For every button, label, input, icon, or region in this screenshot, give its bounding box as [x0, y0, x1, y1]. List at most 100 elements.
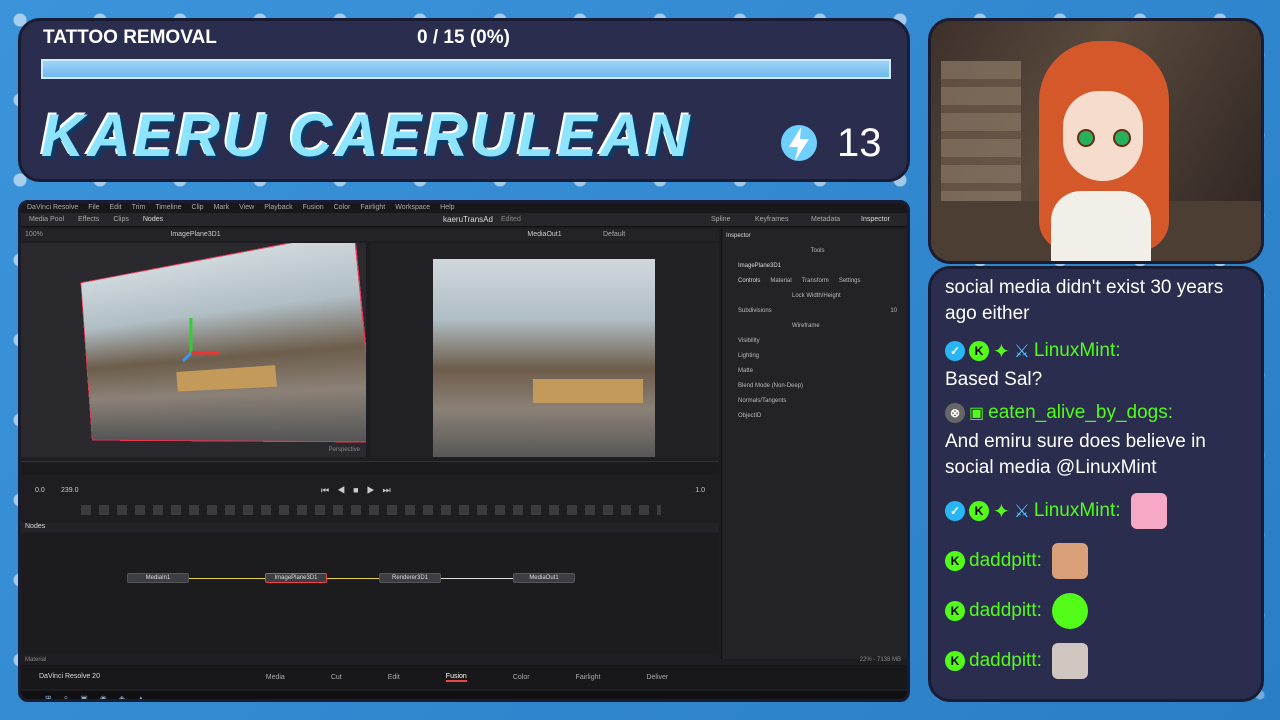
toolbar-media-pool-button[interactable]: Media Pool: [29, 216, 64, 223]
kick-badge-icon: K: [945, 551, 965, 571]
taskbar-app-icon[interactable]: ◉: [100, 694, 107, 700]
taskbar-app-icon[interactable]: ◈: [119, 694, 125, 700]
lock-width-height-checkbox[interactable]: Lock Width/Height: [722, 289, 907, 304]
toolbar-keyframes-button[interactable]: Keyframes: [755, 216, 788, 223]
time-current[interactable]: 1.0: [695, 487, 705, 494]
section-matte[interactable]: Matte: [722, 364, 907, 379]
menu-item[interactable]: Edit: [110, 204, 122, 212]
node-wire: [189, 578, 265, 579]
taskbar-app-icon[interactable]: ▲: [137, 694, 145, 700]
menu-item[interactable]: Fusion: [303, 204, 324, 212]
menu-bar: DaVinci Resolve File Edit Trim Timeline …: [21, 203, 907, 213]
menu-item[interactable]: Workspace: [395, 204, 430, 212]
page-media[interactable]: Media: [266, 674, 285, 681]
subdivisions-value[interactable]: 10: [890, 304, 897, 319]
page-navigation: Media Cut Edit Fusion Color Fairlight De…: [21, 665, 907, 689]
section-objectid[interactable]: ObjectID: [722, 409, 907, 424]
viewer-right[interactable]: [371, 243, 719, 457]
kick-badge-icon: K: [969, 341, 989, 361]
viewer-left[interactable]: Perspective: [21, 243, 366, 457]
timeline-ruler[interactable]: [21, 461, 719, 475]
time-start[interactable]: 0.0: [35, 487, 45, 494]
transform-gizmo-icon[interactable]: [181, 313, 221, 363]
subscriber-count: 13: [837, 121, 882, 165]
goal-label: TATTOO REMOVAL: [43, 27, 217, 48]
status-right: 22% - 7138 MB: [859, 657, 901, 663]
kick-badge-icon: K: [945, 651, 965, 671]
pink-character-emote: [1130, 493, 1167, 529]
chat-username: daddpitt:: [969, 550, 1042, 571]
node-mediain[interactable]: MediaIn1: [127, 573, 189, 583]
node-mediaout[interactable]: MediaOut1: [513, 573, 575, 583]
zoom-level[interactable]: 100%: [25, 229, 43, 241]
menu-item[interactable]: Clip: [192, 204, 204, 212]
status-left: Material: [25, 657, 47, 663]
project-title: kaeruTransAd: [443, 215, 493, 224]
page-deliver[interactable]: Deliver: [646, 674, 668, 681]
fusion-tool-strip[interactable]: [81, 505, 661, 515]
moderator-badge-icon: ⊗: [945, 403, 965, 423]
page-fusion[interactable]: Fusion: [445, 673, 467, 682]
chat-username: daddpitt:: [969, 600, 1042, 621]
sparkle-badge-icon: ✦: [993, 340, 1010, 363]
verified-badge-icon: ✓: [945, 341, 965, 361]
chat-message-header: K daddpitt:: [945, 641, 1247, 681]
menu-item[interactable]: DaVinci Resolve: [27, 204, 78, 212]
transport-controls: 0.0 239.0 ⏮◀■▶⏭ 1.0: [21, 483, 719, 497]
node-editor[interactable]: MediaIn1 ImagePlane3D1 Renderer3D1 Media…: [21, 533, 719, 653]
chat-message-text: Based Sal?: [945, 369, 1043, 390]
toolbar-nodes-button[interactable]: Nodes: [143, 216, 163, 223]
time-end[interactable]: 239.0: [61, 487, 79, 494]
toolbar-metadata-button[interactable]: Metadata: [811, 216, 840, 223]
page-cut[interactable]: Cut: [331, 674, 342, 681]
menu-item[interactable]: View: [239, 204, 254, 212]
menu-item[interactable]: Help: [440, 204, 454, 212]
toolbar-effects-button[interactable]: Effects: [78, 216, 99, 223]
viewer-left-title: ImagePlane3D1: [170, 231, 221, 238]
shelf: [941, 61, 1021, 211]
tab-transform[interactable]: Transform: [802, 274, 829, 289]
tab-controls[interactable]: Controls: [738, 274, 760, 289]
search-icon[interactable]: ⌕: [64, 693, 68, 699]
sword-badge-icon: ⚔: [1013, 340, 1030, 361]
chat-message-text: And emiru sure does believe in social me…: [945, 431, 1206, 478]
streamer-name: KAERU CAERULEAN: [41, 102, 693, 169]
page-fairlight[interactable]: Fairlight: [576, 674, 601, 681]
taskbar-app-icon[interactable]: ▣: [80, 694, 88, 700]
subdivisions-slider[interactable]: Subdivisions 10: [722, 304, 907, 319]
menu-item[interactable]: Playback: [264, 204, 292, 212]
node-renderer[interactable]: Renderer3D1: [379, 573, 441, 583]
playback-buttons-icon[interactable]: ⏮◀■▶⏭: [321, 485, 399, 496]
perspective-label: Perspective: [328, 447, 360, 453]
section-normals[interactable]: Normals/Tangents: [722, 394, 907, 409]
menu-item[interactable]: Color: [334, 204, 351, 212]
toolbar-clips-button[interactable]: Clips: [113, 216, 129, 223]
tab-material[interactable]: Material: [770, 274, 791, 289]
tab-settings[interactable]: Settings: [839, 274, 861, 289]
nodes-panel-header: Nodes: [21, 523, 719, 533]
section-visibility[interactable]: Visibility: [722, 334, 907, 349]
wireframe-checkbox[interactable]: Wireframe: [722, 319, 907, 334]
section-blend-mode[interactable]: Blend Mode (Non-Deep): [722, 379, 907, 394]
menu-item[interactable]: File: [88, 204, 99, 212]
node-imageplane[interactable]: ImagePlane3D1: [265, 573, 327, 583]
menu-item[interactable]: Trim: [132, 204, 146, 212]
toolbar-spline-button[interactable]: Spline: [711, 216, 730, 223]
chat-message-header: K daddpitt:: [945, 541, 1247, 581]
inspector-tools-tab[interactable]: Tools: [722, 244, 907, 259]
goal-progress-bar: [41, 59, 891, 79]
page-color[interactable]: Color: [513, 674, 530, 681]
menu-item[interactable]: Timeline: [155, 204, 181, 212]
chat-message-header: ✓ K ✦ ⚔ LinuxMint:: [945, 335, 1247, 367]
viewer-mode-dropdown[interactable]: Default: [603, 229, 625, 241]
goal-banner: TATTOO REMOVAL 0 / 15 (0%) KAERU CAERULE…: [18, 18, 910, 182]
goal-progress-text: 0 / 15 (0%): [417, 27, 510, 48]
webcam-panel: [928, 18, 1264, 264]
start-icon[interactable]: ⊞: [45, 694, 52, 700]
menu-item[interactable]: Fairlight: [360, 204, 385, 212]
toolbar-inspector-button[interactable]: Inspector: [861, 216, 890, 223]
menu-item[interactable]: Mark: [214, 204, 230, 212]
section-lighting[interactable]: Lighting: [722, 349, 907, 364]
page-edit[interactable]: Edit: [388, 674, 400, 681]
inspector-title: Inspector: [726, 233, 751, 239]
